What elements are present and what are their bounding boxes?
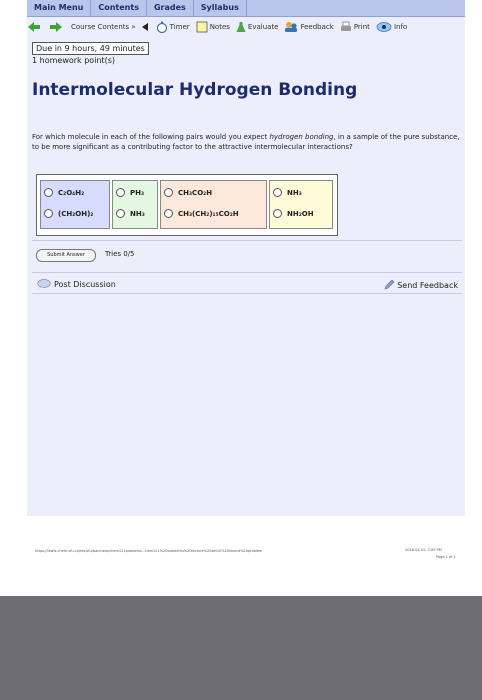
send-feedback-link[interactable]: Send Feedback <box>383 279 458 291</box>
course-contents-link[interactable]: Course Contents » <box>71 23 136 31</box>
feedback-button[interactable]: Feedback <box>284 21 334 33</box>
arrow-left-icon <box>28 22 40 32</box>
option-1a[interactable]: C₂O₄H₂ <box>44 188 84 197</box>
radio-button[interactable] <box>44 209 53 218</box>
note-icon <box>196 21 208 33</box>
option-1b[interactable]: (CH₂OH)₂ <box>44 209 93 218</box>
option-label: C₂O₄H₂ <box>58 188 85 197</box>
option-3a[interactable]: CH₃CO₂H <box>164 188 212 197</box>
question-part-1: For which molecule in each of the follow… <box>32 133 270 141</box>
answer-options: C₂O₄H₂ (CH₂OH)₂ PH₃ NH₃ CH₃CO₂H CH₃(CH₂)… <box>36 174 338 236</box>
option-label: NH₃ <box>130 209 145 218</box>
homework-points: 1 homework point(s) <box>32 56 116 65</box>
divider <box>32 240 462 241</box>
people-feedback-icon <box>285 22 298 32</box>
viewer-background <box>0 596 482 700</box>
forward-arrow-button[interactable] <box>49 21 65 33</box>
back-arrow-button[interactable] <box>27 21 43 33</box>
pair-box-4: NH₃ NH₂OH <box>269 180 333 229</box>
print-button[interactable]: Print <box>340 21 370 33</box>
pair-box-3: CH₃CO₂H CH₃(CH₂)₁₅CO₂H <box>160 180 267 229</box>
flask-icon <box>236 22 246 32</box>
question-text: For which molecule in each of the follow… <box>32 132 462 152</box>
option-4a[interactable]: NH₃ <box>273 188 302 197</box>
previous-triangle-button[interactable] <box>141 23 150 31</box>
main-menu-bar: Main Menu Contents Grades Syllabus <box>27 0 465 17</box>
submit-answer-button[interactable]: Submit Answer <box>36 249 96 262</box>
stopwatch-icon <box>156 21 167 33</box>
question-emphasis: hydrogen bonding <box>269 133 334 141</box>
radio-button[interactable] <box>273 209 282 218</box>
option-label: NH₃ <box>287 188 302 197</box>
option-label: CH₃CO₂H <box>178 188 213 197</box>
tries-counter: Tries 0/5 <box>105 250 135 258</box>
evaluate-button[interactable]: Evaluate <box>236 21 279 33</box>
timer-label: Timer <box>169 23 190 31</box>
radio-button[interactable] <box>164 188 173 197</box>
post-discussion-label: Post Discussion <box>54 279 116 289</box>
print-date: 2016-04-02, 2:09 PM <box>405 548 442 552</box>
homework-page: Main Menu Contents Grades Syllabus Cours… <box>27 0 465 516</box>
print-page-number: Page 1 of 1 <box>436 555 456 559</box>
info-button[interactable]: Info <box>376 21 407 33</box>
radio-button[interactable] <box>116 188 125 197</box>
feedback-label: Feedback <box>300 23 334 31</box>
info-label: Info <box>393 23 408 31</box>
print-label: Print <box>353 23 370 31</box>
menu-grades[interactable]: Grades <box>147 0 194 16</box>
menu-contents[interactable]: Contents <box>91 0 147 16</box>
arrow-right-icon <box>50 22 62 32</box>
notes-button[interactable]: Notes <box>196 21 230 33</box>
due-date-box: Due in 9 hours, 49 minutes <box>32 42 149 55</box>
toolbar: Course Contents » Timer Notes Evaluate F… <box>27 17 465 37</box>
timer-button[interactable]: Timer <box>156 21 190 33</box>
radio-button[interactable] <box>164 209 173 218</box>
option-label: CH₃(CH₂)₁₅CO₂H <box>178 209 239 218</box>
option-label: PH₃ <box>130 188 145 197</box>
feedback-pen-icon <box>384 279 395 290</box>
discussion-bar: Post Discussion Send Feedback <box>32 272 462 294</box>
evaluate-label: Evaluate <box>247 23 279 31</box>
option-3b[interactable]: CH₃(CH₂)₁₅CO₂H <box>164 209 239 218</box>
notes-label: Notes <box>209 23 230 31</box>
pair-box-2: PH₃ NH₃ <box>112 180 158 229</box>
menu-main-menu[interactable]: Main Menu <box>27 0 92 16</box>
menu-syllabus[interactable]: Syllabus <box>194 0 247 16</box>
page-title: Intermolecular Hydrogen Bonding <box>32 80 358 100</box>
printer-icon <box>340 21 351 31</box>
info-eye-icon <box>376 22 392 32</box>
radio-button[interactable] <box>116 209 125 218</box>
radio-button[interactable] <box>273 188 282 197</box>
triangle-left-icon <box>141 23 148 31</box>
send-feedback-label: Send Feedback <box>397 280 458 290</box>
discussion-bubble-icon <box>37 279 51 289</box>
pair-box-1: C₂O₄H₂ (CH₂OH)₂ <box>40 180 110 229</box>
option-label: (CH₂OH)₂ <box>58 209 94 218</box>
option-4b[interactable]: NH₂OH <box>273 209 314 218</box>
option-label: NH₂OH <box>287 209 314 218</box>
option-2a[interactable]: PH₃ <box>116 188 144 197</box>
print-url: https://lewis.chem.sfu.ca/res/sfu/batche… <box>35 549 263 553</box>
radio-button[interactable] <box>44 188 53 197</box>
post-discussion-link[interactable]: Post Discussion <box>37 279 116 289</box>
option-2b[interactable]: NH₃ <box>116 209 145 218</box>
